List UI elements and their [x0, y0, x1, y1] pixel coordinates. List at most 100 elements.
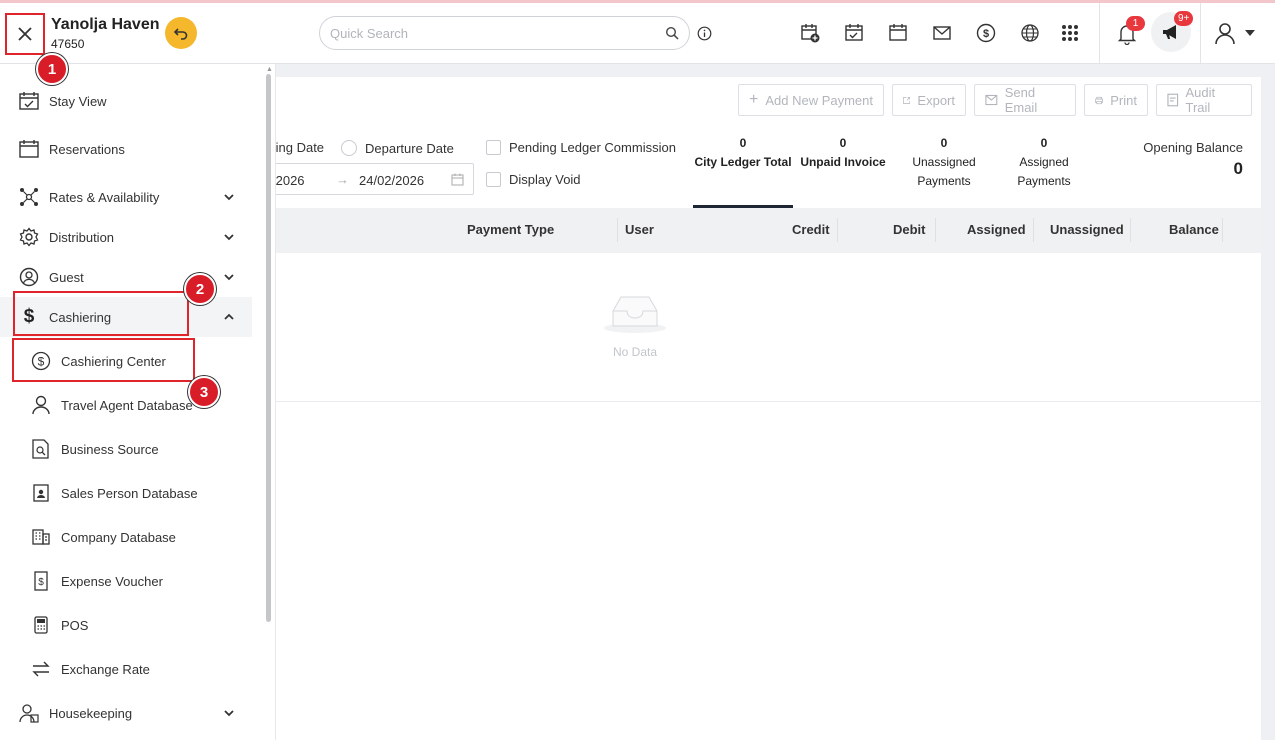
quick-search[interactable] — [319, 16, 690, 50]
column-divider — [837, 218, 838, 242]
stat-assigned-payments[interactable]: 0 Assigned Payments — [1004, 134, 1084, 191]
check-calendar-icon[interactable] — [842, 21, 866, 45]
pending-ledger-option[interactable]: Pending Ledger Commission — [486, 140, 676, 155]
arriving-date-option[interactable]: ting Date — [272, 140, 324, 155]
search-icon[interactable] — [665, 26, 679, 40]
user-icon — [1215, 23, 1235, 45]
add-new-payment-button[interactable]: + Add New Payment — [738, 84, 884, 116]
sidebar-subitem-business-source[interactable]: Business Source — [0, 429, 252, 469]
column-user[interactable]: User — [625, 222, 654, 237]
hotel-code: 47650 — [51, 37, 85, 51]
empty-state: No Data — [600, 292, 670, 359]
sidebar-item-cashiering[interactable]: $ Cashiering — [0, 297, 252, 337]
chevron-down-icon[interactable] — [223, 271, 235, 283]
audit-trail-button[interactable]: Audit Trail — [1156, 84, 1252, 116]
step-marker-3: 3 — [188, 376, 220, 408]
column-divider — [935, 218, 936, 242]
sidebar-item-distribution[interactable]: Distribution — [0, 217, 252, 257]
pending-ledger-checkbox[interactable] — [486, 140, 501, 155]
column-divider — [1222, 218, 1223, 242]
column-divider — [617, 218, 618, 242]
user-menu-button[interactable] — [1213, 21, 1255, 45]
chevron-down-icon[interactable] — [223, 231, 235, 243]
close-menu-button[interactable] — [5, 13, 45, 55]
sidebar-subitem-cashiering-center[interactable]: $ Cashiering Center — [0, 341, 252, 381]
sidebar-item-housekeeping[interactable]: Housekeeping — [0, 693, 252, 733]
column-credit[interactable]: Credit — [792, 222, 830, 237]
stat-value: 0 — [739, 136, 747, 150]
sidebar-subitem-pos[interactable]: POS — [0, 605, 252, 645]
calendar-icon — [451, 173, 464, 186]
sidebar-subitem-sales-person[interactable]: Sales Person Database — [0, 473, 252, 513]
info-icon[interactable] — [697, 26, 712, 41]
opening-balance-value: 0 — [1233, 159, 1243, 178]
stat-value: 0 — [839, 136, 847, 150]
sidebar-item-label: Guest — [49, 269, 84, 285]
to-date-value[interactable]: 24/02/2026 — [359, 173, 424, 188]
stat-label: Payments — [917, 174, 971, 188]
chevron-down-icon[interactable] — [223, 707, 235, 719]
display-void-option[interactable]: Display Void — [486, 172, 581, 187]
svg-text:$: $ — [38, 577, 44, 588]
dollar-circle-icon: $ — [31, 351, 51, 371]
close-icon — [18, 27, 32, 41]
new-reservation-icon[interactable] — [798, 21, 822, 45]
column-debit[interactable]: Debit — [893, 222, 926, 237]
sidebar-item-label: Stay View — [49, 93, 107, 109]
column-assigned[interactable]: Assigned — [967, 222, 1026, 237]
scroll-up-arrow[interactable]: ▲ — [266, 66, 273, 73]
mail-icon[interactable] — [930, 21, 954, 45]
stat-label: Assigned — [1019, 155, 1069, 169]
display-void-label: Display Void — [509, 172, 581, 187]
column-payment-type[interactable]: Payment Type — [467, 222, 554, 237]
column-unassigned[interactable]: Unassigned — [1050, 222, 1124, 237]
column-balance[interactable]: Balance — [1169, 222, 1219, 237]
column-divider — [1033, 218, 1034, 242]
document-search-icon — [31, 439, 51, 459]
sidebar-item-label: Cashiering Center — [61, 353, 166, 369]
sidebar-item-label: Reservations — [49, 141, 125, 157]
add-new-payment-label: Add New Payment — [765, 92, 874, 108]
stat-label: City Ledger Total — [694, 155, 792, 169]
search-input[interactable] — [330, 25, 665, 41]
sidebar-item-label: Business Source — [61, 441, 159, 457]
sidebar-item-label: Housekeeping — [49, 705, 133, 721]
send-email-button[interactable]: Send Email — [974, 84, 1076, 116]
sidebar-item-label: POS — [61, 617, 89, 633]
chevron-up-icon[interactable] — [223, 311, 235, 323]
back-button[interactable] — [165, 17, 197, 49]
hotel-brand: Yanolja Haven 47650 — [51, 16, 160, 51]
sidebar-subitem-expense-voucher[interactable]: $ Expense Voucher — [0, 561, 252, 601]
sidebar-scrollbar[interactable] — [266, 74, 271, 622]
undo-icon — [173, 28, 188, 40]
audit-icon — [1167, 93, 1179, 107]
departure-date-option[interactable]: Departure Date — [341, 140, 454, 156]
exchange-icon — [31, 659, 51, 679]
departure-date-radio[interactable] — [341, 140, 357, 156]
globe-icon[interactable] — [1018, 21, 1042, 45]
network-icon — [19, 187, 39, 207]
stat-unpaid-invoice[interactable]: 0 Unpaid Invoice — [800, 134, 886, 172]
sidebar-item-label: Travel Agent Database — [61, 397, 193, 413]
sidebar-item-stay-view[interactable]: Stay View — [0, 81, 252, 121]
sidebar-subitem-exchange-rate[interactable]: Exchange Rate — [0, 649, 252, 689]
print-button[interactable]: Print — [1084, 84, 1148, 116]
stat-city-ledger-total[interactable]: 0 City Ledger Total — [693, 134, 793, 208]
stat-unassigned-payments[interactable]: 0 Unassigned Payments — [903, 134, 985, 191]
plus-icon: + — [749, 91, 759, 108]
chevron-down-icon[interactable] — [223, 191, 235, 203]
sidebar-item-rates-availability[interactable]: Rates & Availability — [0, 177, 252, 217]
sidebar-item-label: Rates & Availability — [49, 189, 160, 205]
from-date-value[interactable]: /2026 — [272, 173, 305, 188]
top-header: Yanolja Haven 47650 $ 1 9+ — [0, 3, 1275, 64]
sidebar-item-reservations[interactable]: Reservations — [0, 129, 252, 169]
dollar-circle-icon[interactable]: $ — [974, 21, 998, 45]
announcement-badge: 9+ — [1174, 11, 1194, 26]
departure-date-label: Departure Date — [365, 140, 454, 156]
export-button[interactable]: Export — [892, 84, 966, 116]
display-void-checkbox[interactable] — [486, 172, 501, 187]
stay-view-icon — [19, 91, 39, 111]
sidebar-subitem-company-database[interactable]: Company Database — [0, 517, 252, 557]
apps-grid-icon[interactable] — [1058, 21, 1082, 45]
calendar-icon[interactable] — [886, 21, 910, 45]
